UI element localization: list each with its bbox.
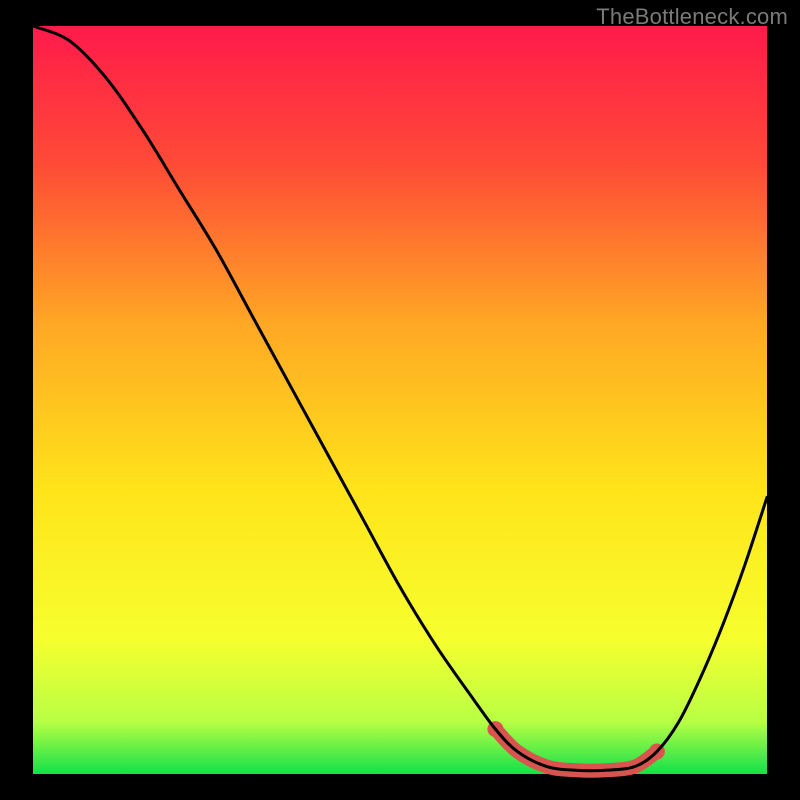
chart-container: TheBottleneck.com <box>0 0 800 800</box>
attribution-label: TheBottleneck.com <box>596 4 788 30</box>
bottleneck-chart <box>0 0 800 800</box>
plot-background <box>33 26 767 774</box>
